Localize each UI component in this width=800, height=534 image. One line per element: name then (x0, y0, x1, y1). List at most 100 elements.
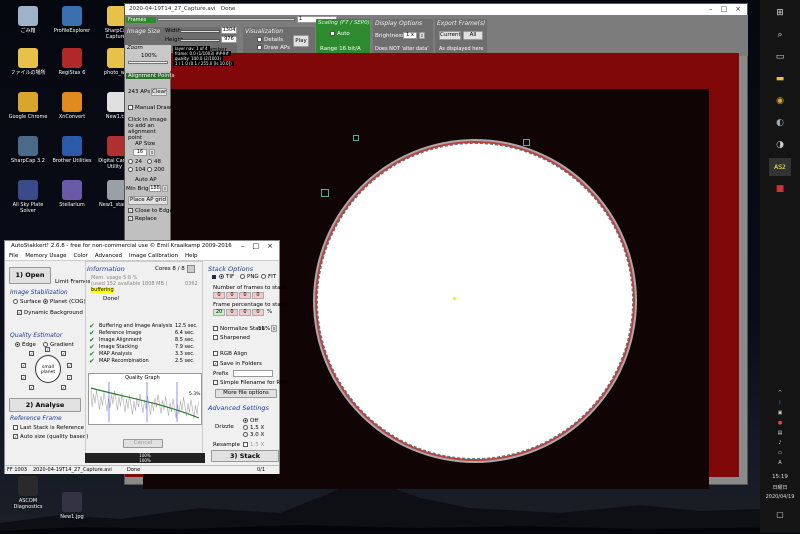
maximize-icon[interactable]: □ (721, 4, 728, 15)
quality-cell[interactable]: ✓ (61, 351, 66, 356)
volume-icon[interactable]: ♪ (760, 440, 800, 446)
simple-filename-checkbox[interactable]: Simple Filename for RAW (213, 380, 289, 386)
close-to-edge-checkbox[interactable]: ✓ Close to Edge (128, 208, 173, 214)
clear-aps-button[interactable]: Clear (151, 88, 167, 96)
play-button[interactable]: Play (293, 35, 309, 47)
export-current-button[interactable]: Current (439, 31, 461, 40)
desktop-icon[interactable]: SharpCap 3.2 (6, 134, 50, 178)
desktop-icon[interactable]: ファイルの場所 (6, 46, 50, 90)
desktop-icon[interactable]: Stellarium (50, 178, 94, 222)
tif-radio[interactable]: TIF (219, 274, 234, 280)
save-folders-checkbox[interactable]: ✓ Save in Folders (213, 361, 262, 367)
num-frames-input-1[interactable]: 0 (213, 292, 225, 299)
sharpened-checkbox[interactable]: Sharpened (213, 335, 250, 341)
quality-cell[interactable]: ✓ (61, 385, 66, 390)
surface-radio[interactable]: Surface (13, 299, 41, 305)
menu-image-calibration[interactable]: Image Calibration (129, 252, 178, 260)
clock-time[interactable]: 15:19 (760, 474, 800, 480)
menu-color[interactable]: Color (73, 252, 87, 260)
min-bright-spinner[interactable]: ⇕ (162, 185, 168, 192)
desktop-icon[interactable]: ASCOM Diagnostics (6, 474, 50, 518)
cores-spinner[interactable] (187, 265, 195, 273)
tray-security-icon[interactable]: ● (760, 420, 800, 426)
desktop-icon[interactable]: All Sky Plate Solver (6, 178, 50, 222)
details-checkbox[interactable]: ✓ Details (257, 37, 283, 43)
ap-size-104[interactable]: 104 (128, 167, 146, 173)
height-slider[interactable] (180, 39, 220, 42)
frame-pct-input-4[interactable]: 0 (252, 309, 264, 316)
rgb-align-checkbox[interactable]: RGB Align (213, 351, 247, 357)
desktop-icon[interactable]: RegiStax 6 (50, 46, 94, 90)
prefix-input[interactable] (233, 370, 273, 377)
bluetooth-icon[interactable]: ᛒ (760, 400, 800, 406)
png-radio[interactable]: PNG (240, 274, 259, 280)
quality-cell[interactable]: ✓ (67, 363, 72, 368)
notification-icon[interactable]: ▢ (760, 510, 800, 519)
quality-cell[interactable]: ✓ (29, 351, 34, 356)
more-file-options-button[interactable]: More file options (215, 389, 277, 398)
frame-slider[interactable] (157, 18, 295, 21)
frame-pct-input-2[interactable]: 0 (226, 309, 238, 316)
quality-cell[interactable]: ✓ (21, 375, 26, 380)
minimize-icon[interactable]: – (709, 4, 713, 15)
desktop-icon[interactable]: Google Chrome (6, 90, 50, 134)
fit-radio[interactable]: FIT (261, 274, 276, 280)
brightness-input[interactable]: 1 x (403, 32, 417, 39)
edge-radio[interactable]: Edge (15, 342, 36, 348)
num-frames-input-2[interactable]: 0 (226, 292, 238, 299)
width-input[interactable]: 1304 (221, 27, 237, 34)
num-frames-input-4[interactable]: 0 (252, 292, 264, 299)
brightness-spinner[interactable]: ⇕ (419, 32, 425, 39)
ap-size-24[interactable]: 24 (128, 159, 142, 165)
replace-checkbox[interactable]: ✓ Replace (128, 216, 157, 222)
explorer-icon[interactable]: ▬ (769, 70, 791, 88)
search-icon[interactable]: ⌕ (769, 26, 791, 44)
drizzle-15-radio[interactable]: 1.5 X (243, 425, 264, 431)
num-frames-input-3[interactable]: 0 (239, 292, 251, 299)
drizzle-off-radio[interactable]: Off (243, 418, 258, 424)
task-view-icon[interactable]: ▭ (769, 48, 791, 66)
frame-pct-input-3[interactable]: 0 (239, 309, 251, 316)
frame-pct-input-1[interactable]: 20 (213, 309, 225, 316)
min-bright-input[interactable]: 188 (149, 185, 161, 192)
ap-size-input[interactable]: 16 (133, 149, 147, 156)
last-stack-checkbox[interactable]: Last Stack is Reference (13, 425, 84, 431)
quality-cell[interactable]: ✓ (45, 347, 50, 352)
as-minimize-icon[interactable]: – (241, 241, 245, 252)
menu-advanced[interactable]: Advanced (95, 252, 122, 260)
ap-size-48[interactable]: 48 (147, 159, 161, 165)
tray-app-icon[interactable]: ▣ (760, 410, 800, 416)
cancel-button[interactable]: Cancel (123, 439, 163, 448)
quality-cell[interactable]: ✓ (21, 363, 26, 368)
dynamic-bg-checkbox[interactable]: ✓ Dynamic Background (17, 310, 83, 316)
analyse-button[interactable]: 2) Analyse (9, 398, 81, 412)
network-icon[interactable]: ▤ (760, 430, 800, 436)
tray-chevron-icon[interactable]: ^ (760, 390, 800, 396)
height-input[interactable]: 976 (221, 36, 237, 43)
desktop-icon[interactable]: New1.jpg (50, 490, 94, 534)
zoom-slider[interactable] (128, 61, 168, 64)
quality-cell[interactable]: ✓ (29, 385, 34, 390)
registax-icon[interactable]: ■ (769, 180, 791, 198)
close-icon[interactable]: × (735, 4, 741, 15)
stellarium-icon[interactable]: ◑ (769, 136, 791, 154)
open-button[interactable]: 1) Open (9, 267, 51, 284)
ap-size-spinner[interactable]: ⇕ (149, 149, 155, 156)
desktop-icon[interactable]: XnConvert (50, 90, 94, 134)
drizzle-30-radio[interactable]: 3.0 X (243, 432, 264, 438)
menu-file[interactable]: File (9, 252, 18, 260)
resample-15-checkbox[interactable]: 1.5 X (243, 442, 264, 448)
auto-size-checkbox[interactable]: ✓ Auto size (quality based) (13, 434, 88, 440)
sharpcap-icon[interactable]: ◐ (769, 114, 791, 132)
width-slider[interactable] (180, 30, 220, 33)
as-maximize-icon[interactable]: □ (253, 241, 260, 252)
export-all-button[interactable]: All (463, 31, 483, 40)
windows-icon[interactable]: ⊞ (769, 4, 791, 22)
ime-icon[interactable]: A (760, 460, 800, 466)
as-close-icon[interactable]: × (267, 241, 273, 252)
place-ap-grid-button[interactable]: Place AP grid (128, 196, 168, 205)
desktop-icon[interactable]: ごみ箱 (6, 4, 50, 48)
battery-icon[interactable]: ▭ (760, 450, 800, 456)
stack-button[interactable]: 3) Stack (211, 450, 279, 462)
frame-window-titlebar[interactable]: 2020-04-19T14_27_Capture.avi Done – □ × (125, 4, 747, 15)
